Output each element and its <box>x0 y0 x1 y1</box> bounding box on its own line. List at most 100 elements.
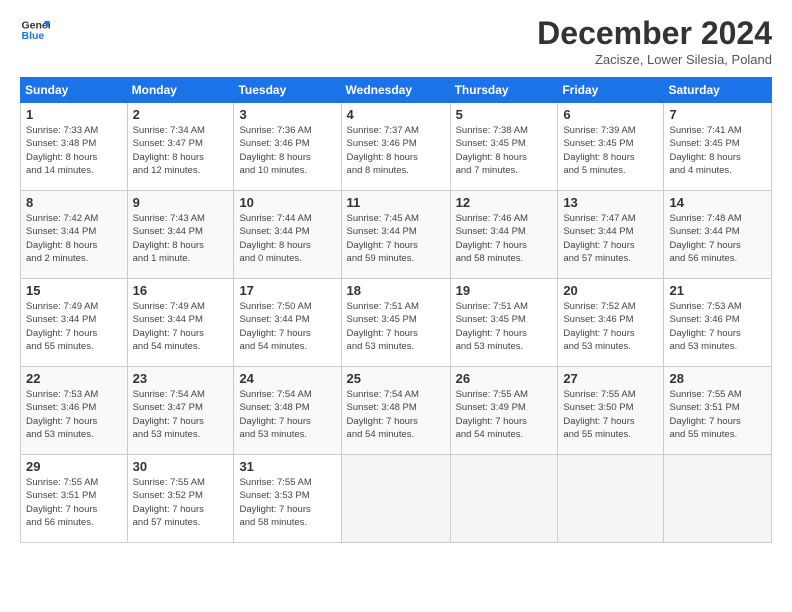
day-cell-12: 12 Sunrise: 7:46 AM Sunset: 3:44 PM Dayli… <box>450 191 558 279</box>
calendar-header-row: SundayMondayTuesdayWednesdayThursdayFrid… <box>21 78 772 103</box>
day-cell-10: 10 Sunrise: 7:44 AM Sunset: 3:44 PM Dayli… <box>234 191 341 279</box>
day-cell-9: 9 Sunrise: 7:43 AM Sunset: 3:44 PM Daylig… <box>127 191 234 279</box>
day-cell-1: 1Sunrise: 7:33 AM Sunset: 3:48 PM Daylig… <box>21 103 128 191</box>
day-number: 9 <box>133 195 229 210</box>
day-cell-15: 15 Sunrise: 7:49 AM Sunset: 3:44 PM Dayli… <box>21 279 128 367</box>
day-number: 17 <box>239 283 335 298</box>
header-tuesday: Tuesday <box>234 78 341 103</box>
day-info: Sunrise: 7:51 AM Sunset: 3:45 PM Dayligh… <box>456 300 553 353</box>
day-info: Sunrise: 7:39 AM Sunset: 3:45 PM Dayligh… <box>563 124 658 177</box>
day-number: 22 <box>26 371 122 386</box>
day-info: Sunrise: 7:51 AM Sunset: 3:45 PM Dayligh… <box>347 300 445 353</box>
day-info: Sunrise: 7:33 AM Sunset: 3:48 PM Dayligh… <box>26 124 122 177</box>
calendar-week-5: 29 Sunrise: 7:55 AM Sunset: 3:51 PM Dayli… <box>21 455 772 543</box>
day-cell-29: 29 Sunrise: 7:55 AM Sunset: 3:51 PM Dayli… <box>21 455 128 543</box>
day-info: Sunrise: 7:38 AM Sunset: 3:45 PM Dayligh… <box>456 124 553 177</box>
day-number: 27 <box>563 371 658 386</box>
day-number: 6 <box>563 107 658 122</box>
day-info: Sunrise: 7:45 AM Sunset: 3:44 PM Dayligh… <box>347 212 445 265</box>
day-info: Sunrise: 7:53 AM Sunset: 3:46 PM Dayligh… <box>26 388 122 441</box>
day-cell-28: 28 Sunrise: 7:55 AM Sunset: 3:51 PM Dayli… <box>664 367 772 455</box>
day-cell-5: 5 Sunrise: 7:38 AM Sunset: 3:45 PM Daylig… <box>450 103 558 191</box>
day-cell-6: 6 Sunrise: 7:39 AM Sunset: 3:45 PM Daylig… <box>558 103 664 191</box>
day-cell-23: 23 Sunrise: 7:54 AM Sunset: 3:47 PM Dayli… <box>127 367 234 455</box>
day-number: 28 <box>669 371 766 386</box>
header: General Blue December 2024 Zacisze, Lowe… <box>20 15 772 67</box>
day-number: 30 <box>133 459 229 474</box>
day-info: Sunrise: 7:46 AM Sunset: 3:44 PM Dayligh… <box>456 212 553 265</box>
day-cell-11: 11 Sunrise: 7:45 AM Sunset: 3:44 PM Dayli… <box>341 191 450 279</box>
calendar-week-1: 1Sunrise: 7:33 AM Sunset: 3:48 PM Daylig… <box>21 103 772 191</box>
day-info: Sunrise: 7:49 AM Sunset: 3:44 PM Dayligh… <box>26 300 122 353</box>
day-cell-16: 16 Sunrise: 7:49 AM Sunset: 3:44 PM Dayli… <box>127 279 234 367</box>
day-info: Sunrise: 7:55 AM Sunset: 3:51 PM Dayligh… <box>669 388 766 441</box>
day-number: 20 <box>563 283 658 298</box>
day-cell-26: 26Sunrise: 7:55 AM Sunset: 3:49 PM Dayli… <box>450 367 558 455</box>
calendar-table: SundayMondayTuesdayWednesdayThursdayFrid… <box>20 77 772 543</box>
day-info: Sunrise: 7:37 AM Sunset: 3:46 PM Dayligh… <box>347 124 445 177</box>
day-cell-8: 8 Sunrise: 7:42 AM Sunset: 3:44 PM Daylig… <box>21 191 128 279</box>
day-cell-14: 14 Sunrise: 7:48 AM Sunset: 3:44 PM Dayli… <box>664 191 772 279</box>
day-number: 25 <box>347 371 445 386</box>
day-cell-19: 19Sunrise: 7:51 AM Sunset: 3:45 PM Dayli… <box>450 279 558 367</box>
day-info: Sunrise: 7:36 AM Sunset: 3:46 PM Dayligh… <box>239 124 335 177</box>
month-title: December 2024 <box>537 15 772 52</box>
day-cell-24: 24Sunrise: 7:54 AM Sunset: 3:48 PM Dayli… <box>234 367 341 455</box>
day-number: 14 <box>669 195 766 210</box>
day-cell-18: 18 Sunrise: 7:51 AM Sunset: 3:45 PM Dayli… <box>341 279 450 367</box>
day-cell-3: 3 Sunrise: 7:36 AM Sunset: 3:46 PM Daylig… <box>234 103 341 191</box>
svg-text:Blue: Blue <box>22 30 45 42</box>
day-info: Sunrise: 7:47 AM Sunset: 3:44 PM Dayligh… <box>563 212 658 265</box>
day-cell-27: 27 Sunrise: 7:55 AM Sunset: 3:50 PM Dayli… <box>558 367 664 455</box>
empty-cell <box>558 455 664 543</box>
day-info: Sunrise: 7:34 AM Sunset: 3:47 PM Dayligh… <box>133 124 229 177</box>
day-number: 5 <box>456 107 553 122</box>
day-info: Sunrise: 7:54 AM Sunset: 3:48 PM Dayligh… <box>239 388 335 441</box>
header-sunday: Sunday <box>21 78 128 103</box>
day-number: 11 <box>347 195 445 210</box>
day-number: 3 <box>239 107 335 122</box>
page: General Blue December 2024 Zacisze, Lowe… <box>0 0 792 612</box>
header-thursday: Thursday <box>450 78 558 103</box>
day-info: Sunrise: 7:55 AM Sunset: 3:52 PM Dayligh… <box>133 476 229 529</box>
header-friday: Friday <box>558 78 664 103</box>
day-number: 10 <box>239 195 335 210</box>
day-info: Sunrise: 7:54 AM Sunset: 3:48 PM Dayligh… <box>347 388 445 441</box>
title-area: December 2024 Zacisze, Lower Silesia, Po… <box>537 15 772 67</box>
day-number: 23 <box>133 371 229 386</box>
day-info: Sunrise: 7:50 AM Sunset: 3:44 PM Dayligh… <box>239 300 335 353</box>
logo: General Blue <box>20 15 50 45</box>
empty-cell <box>341 455 450 543</box>
day-cell-4: 4Sunrise: 7:37 AM Sunset: 3:46 PM Daylig… <box>341 103 450 191</box>
day-info: Sunrise: 7:55 AM Sunset: 3:51 PM Dayligh… <box>26 476 122 529</box>
day-cell-22: 22 Sunrise: 7:53 AM Sunset: 3:46 PM Dayli… <box>21 367 128 455</box>
day-number: 8 <box>26 195 122 210</box>
day-info: Sunrise: 7:44 AM Sunset: 3:44 PM Dayligh… <box>239 212 335 265</box>
day-info: Sunrise: 7:55 AM Sunset: 3:49 PM Dayligh… <box>456 388 553 441</box>
subtitle: Zacisze, Lower Silesia, Poland <box>537 52 772 67</box>
day-info: Sunrise: 7:43 AM Sunset: 3:44 PM Dayligh… <box>133 212 229 265</box>
day-cell-7: 7Sunrise: 7:41 AM Sunset: 3:45 PM Daylig… <box>664 103 772 191</box>
day-number: 15 <box>26 283 122 298</box>
day-info: Sunrise: 7:49 AM Sunset: 3:44 PM Dayligh… <box>133 300 229 353</box>
day-info: Sunrise: 7:55 AM Sunset: 3:50 PM Dayligh… <box>563 388 658 441</box>
day-cell-2: 2Sunrise: 7:34 AM Sunset: 3:47 PM Daylig… <box>127 103 234 191</box>
day-number: 16 <box>133 283 229 298</box>
day-cell-31: 31Sunrise: 7:55 AM Sunset: 3:53 PM Dayli… <box>234 455 341 543</box>
day-info: Sunrise: 7:52 AM Sunset: 3:46 PM Dayligh… <box>563 300 658 353</box>
day-number: 7 <box>669 107 766 122</box>
day-cell-20: 20 Sunrise: 7:52 AM Sunset: 3:46 PM Dayli… <box>558 279 664 367</box>
day-number: 29 <box>26 459 122 474</box>
day-info: Sunrise: 7:42 AM Sunset: 3:44 PM Dayligh… <box>26 212 122 265</box>
day-cell-30: 30 Sunrise: 7:55 AM Sunset: 3:52 PM Dayli… <box>127 455 234 543</box>
day-info: Sunrise: 7:54 AM Sunset: 3:47 PM Dayligh… <box>133 388 229 441</box>
logo-icon: General Blue <box>20 15 50 45</box>
day-cell-25: 25 Sunrise: 7:54 AM Sunset: 3:48 PM Dayli… <box>341 367 450 455</box>
header-monday: Monday <box>127 78 234 103</box>
day-number: 12 <box>456 195 553 210</box>
day-number: 18 <box>347 283 445 298</box>
day-info: Sunrise: 7:48 AM Sunset: 3:44 PM Dayligh… <box>669 212 766 265</box>
day-cell-17: 17 Sunrise: 7:50 AM Sunset: 3:44 PM Dayli… <box>234 279 341 367</box>
header-saturday: Saturday <box>664 78 772 103</box>
day-number: 13 <box>563 195 658 210</box>
